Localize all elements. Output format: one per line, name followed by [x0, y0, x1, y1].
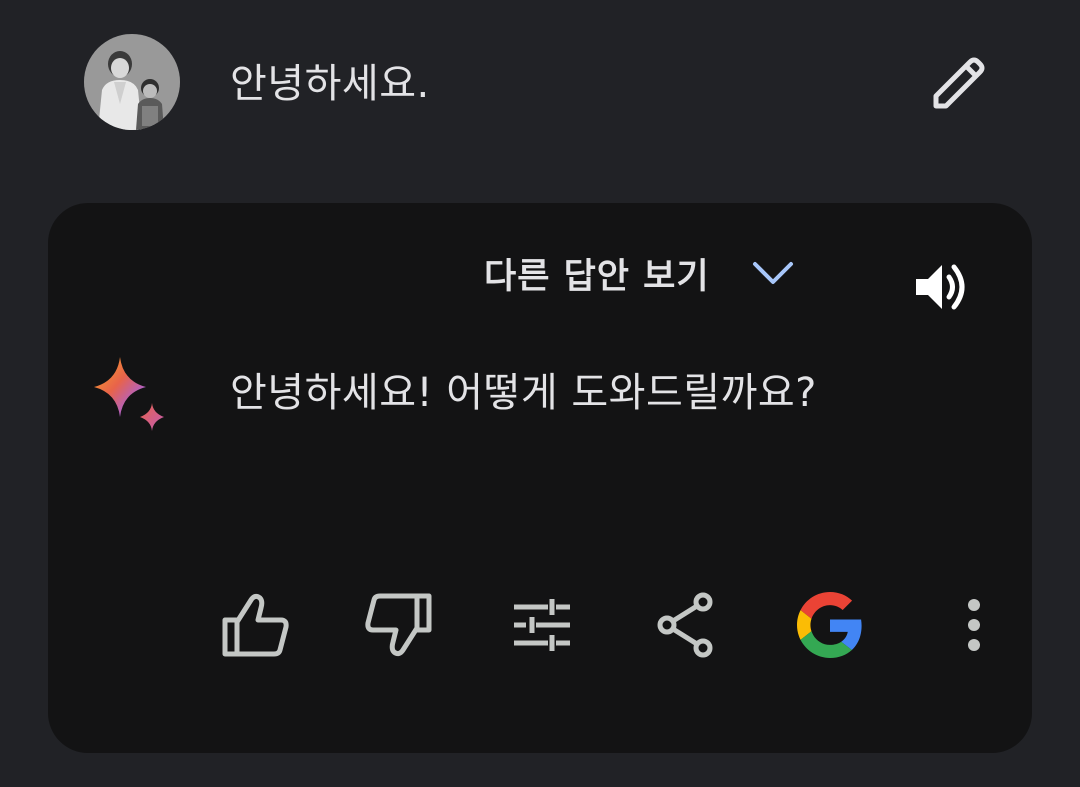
user-avatar[interactable]	[84, 34, 180, 130]
more-options-button[interactable]	[936, 587, 1012, 663]
volume-icon	[916, 264, 965, 310]
modify-response-button[interactable]	[504, 587, 580, 663]
google-logo-icon	[797, 592, 862, 658]
show-drafts-label: 다른 답안 보기	[484, 256, 710, 297]
user-message: 안녕하세요.	[230, 61, 430, 107]
chat-page: 안녕하세요. 다른 답안 보기 안녕하세요! 어떻게 도와드릴까요?	[0, 0, 1080, 787]
more-vertical-icon	[968, 599, 980, 651]
share-button[interactable]	[648, 587, 724, 663]
response-card: 다른 답안 보기 안녕하세요! 어떻게 도와드릴까요?	[48, 203, 1032, 753]
thumbs-up-button[interactable]	[218, 587, 294, 663]
chevron-down-icon	[752, 262, 793, 284]
edit-prompt-button[interactable]	[928, 50, 992, 114]
share-icon	[657, 592, 713, 658]
response-text: 안녕하세요! 어떻게 도와드릴까요?	[230, 370, 817, 416]
listen-button[interactable]	[910, 255, 974, 319]
avatar-photo	[84, 34, 180, 130]
sliders-icon	[514, 599, 570, 651]
thumbs-down-icon	[365, 593, 432, 657]
thumbs-up-icon	[222, 593, 289, 657]
thumbs-down-button[interactable]	[360, 587, 436, 663]
show-drafts-button[interactable]: 다른 답안 보기	[484, 251, 796, 297]
pencil-icon	[933, 57, 985, 109]
google-search-button[interactable]	[792, 587, 868, 663]
gemini-sparkle-icon	[88, 351, 174, 437]
